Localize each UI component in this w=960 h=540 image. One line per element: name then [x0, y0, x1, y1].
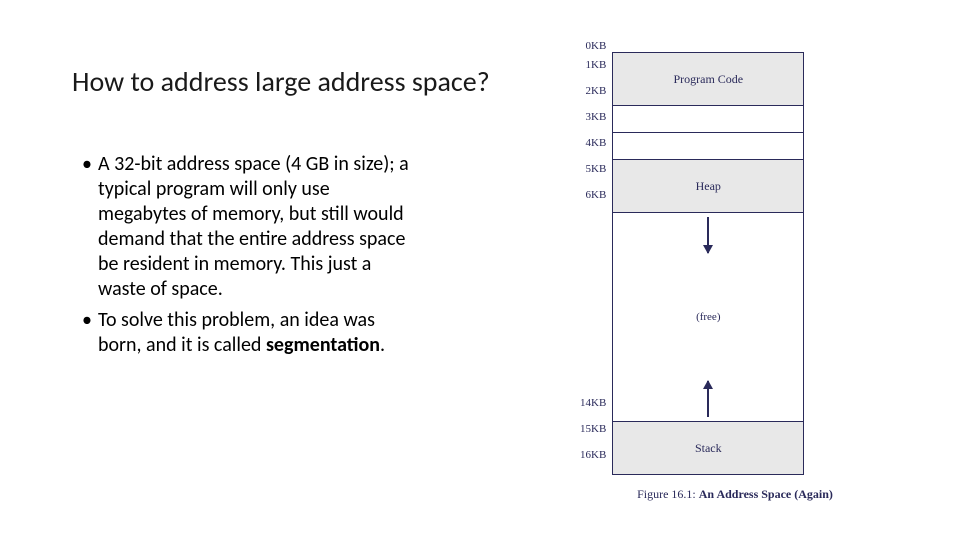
segment-free-label: (free) — [696, 311, 720, 323]
figure-number: Figure 16.1: — [637, 487, 699, 501]
label-16kb: 16KB — [580, 442, 606, 468]
slide-title: How to address large address space? — [72, 64, 490, 99]
stack-growth-arrow-icon — [707, 381, 709, 417]
memory-diagram: 0KB 1KB 2KB 3KB 4KB 5KB 6KB 14KB 15KB 16… — [580, 52, 890, 475]
bullet-2-bold: segmentation — [266, 333, 380, 357]
label-6kb: 6KB — [586, 182, 607, 208]
bullet-2-period: . — [380, 333, 385, 357]
bullet-2: To solve this problem, an idea was born,… — [82, 308, 422, 358]
segment-stack: Stack — [613, 421, 803, 474]
segment-heap: Heap — [613, 159, 803, 212]
slide-body: A 32-bit address space (4 GB in size); a… — [82, 152, 422, 364]
label-4kb: 4KB — [586, 130, 607, 156]
address-labels: 0KB 1KB 2KB 3KB 4KB 5KB 6KB 14KB 15KB 16… — [580, 52, 606, 468]
label-3kb: 3KB — [586, 104, 607, 130]
label-14kb: 14KB — [580, 208, 606, 416]
slide: How to address large address space? A 32… — [0, 0, 960, 540]
address-space-figure: 0KB 1KB 2KB 3KB 4KB 5KB 6KB 14KB 15KB 16… — [580, 52, 890, 502]
segment-gap-row-2 — [613, 132, 803, 159]
heap-growth-arrow-icon — [707, 217, 709, 253]
memory-column: Program Code Heap (free) Stack — [612, 52, 804, 475]
label-5kb: 5KB — [586, 156, 607, 182]
figure-caption: Figure 16.1: An Address Space (Again) — [580, 487, 890, 502]
segment-free: (free) — [613, 212, 803, 421]
bullet-1: A 32-bit address space (4 GB in size); a… — [82, 152, 422, 302]
label-1kb: 1KB — [586, 52, 607, 78]
label-2kb: 2KB — [586, 78, 607, 104]
label-15kb: 15KB — [580, 416, 606, 442]
figure-title: An Address Space (Again) — [699, 487, 833, 501]
segment-gap-row-1 — [613, 105, 803, 132]
segment-program-code: Program Code — [613, 53, 803, 105]
